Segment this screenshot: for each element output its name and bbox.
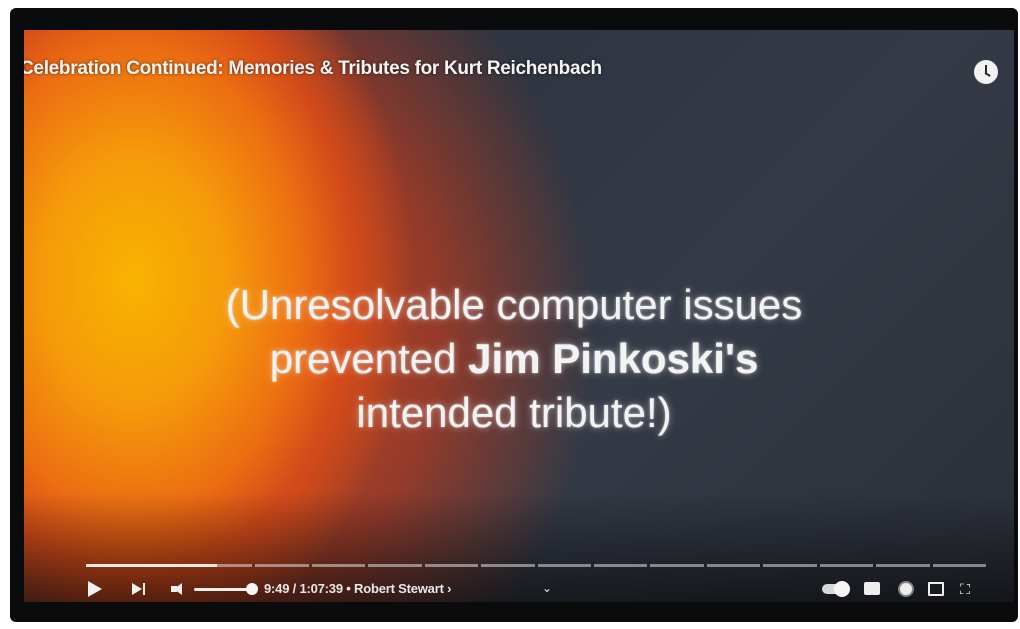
chapter-segment[interactable] — [932, 564, 986, 567]
monitor-bezel: Celebration Continued: Memories & Tribut… — [10, 8, 1018, 622]
cc-icon[interactable] — [864, 582, 880, 595]
volume-knob[interactable] — [246, 583, 258, 595]
watch-later-icon[interactable] — [974, 60, 998, 84]
volume-icon[interactable] — [168, 577, 184, 601]
chapter-segment[interactable] — [311, 564, 366, 567]
overlay-line-2-prefix: prevented — [269, 335, 469, 382]
autoplay-toggle[interactable] — [822, 581, 850, 597]
play-icon[interactable] — [88, 581, 102, 597]
overlay-line-1: (Unresolvable computer issues — [225, 281, 803, 328]
chapter-segment[interactable] — [876, 564, 930, 567]
overlay-line-3: intended tribute!) — [356, 389, 672, 436]
video-overlay-text: (Unresolvable computer issues prevented … — [164, 278, 864, 440]
chapter-segment[interactable] — [255, 564, 309, 567]
chapter-segment[interactable] — [424, 564, 479, 567]
player-controls: 9:49 / 1:07:39 • Robert Stewart › ⌄ ⛶ — [86, 577, 986, 601]
gear-icon[interactable] — [900, 583, 912, 595]
overlay-line-2-name: Jim Pinkoski's — [468, 335, 759, 382]
chapter-segment[interactable] — [537, 564, 591, 567]
fullscreen-icon[interactable]: ⛶ — [958, 582, 972, 596]
volume-slider[interactable] — [194, 588, 248, 591]
photo-frame: Celebration Continued: Memories & Tribut… — [0, 0, 1020, 629]
chapter-segment[interactable] — [819, 564, 874, 567]
chapter-segment[interactable] — [763, 564, 817, 567]
chapter-segment[interactable] — [706, 564, 761, 567]
video-title[interactable]: Celebration Continued: Memories & Tribut… — [24, 58, 602, 80]
progress-played — [86, 564, 217, 567]
time-and-chapter-label[interactable]: 9:49 / 1:07:39 • Robert Stewart › — [264, 581, 451, 596]
chapter-segment[interactable] — [593, 564, 648, 567]
chevron-down-icon[interactable]: ⌄ — [542, 581, 552, 595]
chapter-segment[interactable] — [650, 564, 704, 567]
cast-icon[interactable] — [928, 582, 944, 596]
chapter-segment[interactable] — [368, 564, 422, 567]
next-icon[interactable] — [130, 577, 146, 601]
overlay-line-2: prevented Jim Pinkoski's — [164, 332, 864, 386]
progress-bar[interactable] — [86, 564, 986, 567]
video-player[interactable]: Celebration Continued: Memories & Tribut… — [24, 30, 1014, 602]
chapter-segment[interactable] — [481, 564, 535, 567]
